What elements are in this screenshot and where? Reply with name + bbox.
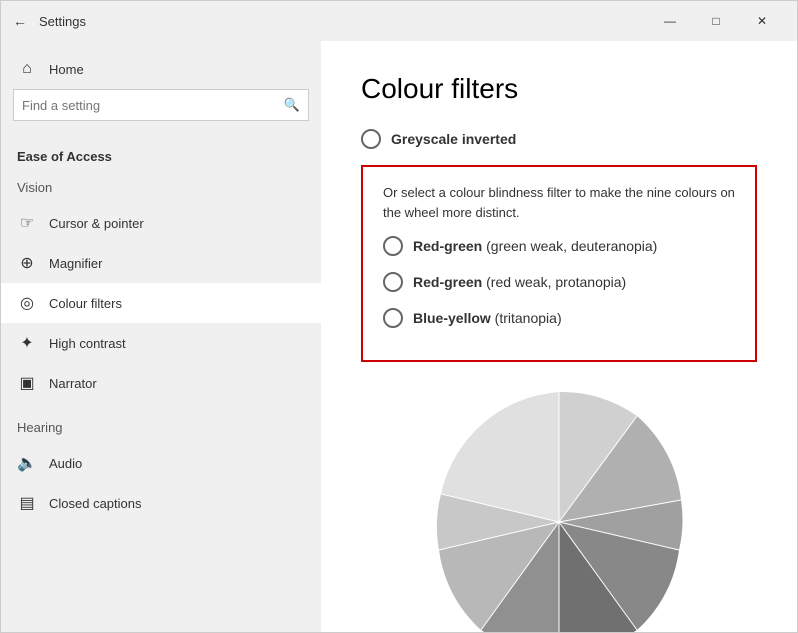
radio-label-tritanopia: Blue-yellow (tritanopia) [413, 310, 562, 326]
sidebar-item-cursor-label: Cursor & pointer [49, 216, 144, 231]
sidebar-item-colour-filters-label: Colour filters [49, 296, 122, 311]
radio-greyscale-inverted[interactable]: Greyscale inverted [361, 129, 757, 149]
radio-label-deuteranopia: Red-green (green weak, deuteranopia) [413, 238, 657, 254]
color-wheel-svg [419, 382, 699, 632]
sidebar-item-high-contrast-label: High contrast [49, 336, 126, 351]
radio-blue-yellow-tritanopia[interactable]: Blue-yellow (tritanopia) [383, 308, 735, 328]
sidebar-divider [1, 407, 321, 408]
radio-circle-deuteranopia [383, 236, 403, 256]
sidebar-item-narrator-label: Narrator [49, 376, 97, 391]
sidebar-item-closed-captions-label: Closed captions [49, 496, 142, 511]
minimize-button[interactable]: — [647, 1, 693, 41]
search-input[interactable] [22, 98, 284, 113]
radio-circle-greyscale-inverted [361, 129, 381, 149]
settings-window: ← Settings — □ ✕ ⌂ Home 🔍 Ease of Access [0, 0, 798, 633]
color-blindness-description: Or select a colour blindness filter to m… [383, 183, 735, 222]
sidebar-item-magnifier[interactable]: ⊕ Magnifier [1, 243, 321, 283]
sidebar-item-audio-label: Audio [49, 456, 82, 471]
sidebar-item-cursor[interactable]: ☞ Cursor & pointer [1, 203, 321, 243]
sidebar-item-home-label: Home [49, 62, 84, 77]
radio-red-green-protanopia[interactable]: Red-green (red weak, protanopia) [383, 272, 735, 292]
maximize-button[interactable]: □ [693, 1, 739, 41]
sidebar-item-closed-captions[interactable]: ▤ Closed captions [1, 483, 321, 523]
radio-label-greyscale-inverted: Greyscale inverted [391, 131, 516, 147]
titlebar: ← Settings — □ ✕ [1, 1, 797, 41]
sidebar-item-high-contrast[interactable]: ✦ High contrast [1, 323, 321, 363]
colour-filters-icon: ◎ [17, 293, 37, 313]
closed-captions-icon: ▤ [17, 493, 37, 513]
sidebar-item-audio[interactable]: 🔈 Audio [1, 443, 321, 483]
audio-icon: 🔈 [17, 453, 37, 473]
home-icon: ⌂ [17, 59, 37, 79]
radio-red-green-deuteranopia[interactable]: Red-green (green weak, deuteranopia) [383, 236, 735, 256]
sidebar-item-home[interactable]: ⌂ Home [1, 49, 321, 89]
color-wheel-container [361, 382, 757, 632]
high-contrast-icon: ✦ [17, 333, 37, 353]
back-button[interactable]: ← [13, 13, 27, 29]
sidebar-hearing-category: Hearing [1, 412, 321, 443]
narrator-icon: ▣ [17, 373, 37, 393]
titlebar-left: ← Settings [13, 13, 86, 29]
sidebar-item-magnifier-label: Magnifier [49, 256, 102, 271]
window-controls: — □ ✕ [647, 1, 785, 41]
search-box[interactable]: 🔍 [13, 89, 309, 121]
sidebar-section-label: Ease of Access [1, 137, 321, 172]
magnifier-icon: ⊕ [17, 253, 37, 273]
radio-circle-tritanopia [383, 308, 403, 328]
sidebar: ⌂ Home 🔍 Ease of Access Vision ☞ Cursor … [1, 41, 321, 632]
sidebar-item-narrator[interactable]: ▣ Narrator [1, 363, 321, 403]
close-button[interactable]: ✕ [739, 1, 785, 41]
window-title: Settings [39, 14, 86, 29]
content-area: Colour filters Greyscale inverted Or sel… [321, 41, 797, 632]
page-title: Colour filters [361, 73, 757, 105]
sidebar-vision-category: Vision [1, 172, 321, 203]
radio-circle-protanopia [383, 272, 403, 292]
cursor-icon: ☞ [17, 213, 37, 233]
color-blindness-box: Or select a colour blindness filter to m… [361, 165, 757, 362]
radio-label-protanopia: Red-green (red weak, protanopia) [413, 274, 626, 290]
main-content: ⌂ Home 🔍 Ease of Access Vision ☞ Cursor … [1, 41, 797, 632]
sidebar-item-colour-filters[interactable]: ◎ Colour filters [1, 283, 321, 323]
search-icon: 🔍 [284, 97, 300, 113]
